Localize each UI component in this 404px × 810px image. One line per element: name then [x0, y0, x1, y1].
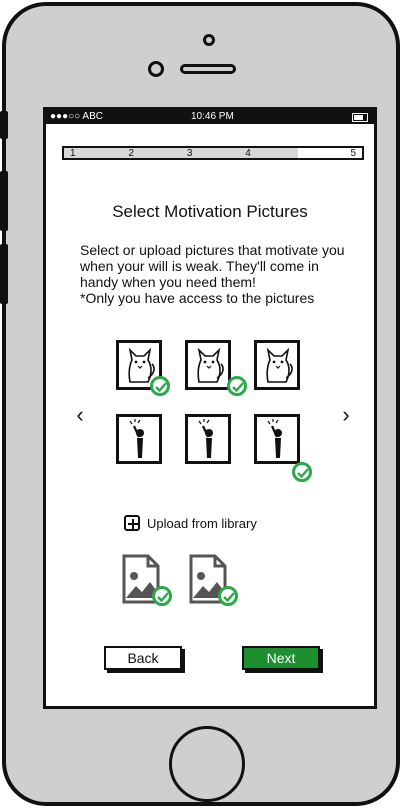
description: Select or upload pictures that motivate …	[80, 242, 360, 306]
next-button[interactable]: Next	[242, 646, 320, 670]
status-bar: ●●●○○ ABC 10:46 PM	[46, 110, 374, 124]
check-icon	[218, 586, 238, 606]
person-picture-icon	[198, 419, 213, 458]
battery-icon	[352, 113, 368, 122]
check-icon	[292, 462, 312, 482]
picture-person-2[interactable]	[185, 414, 231, 464]
step-4: 4	[239, 148, 298, 159]
progress-steps: 1 2 3 4 5	[62, 146, 364, 160]
back-button[interactable]: Back	[104, 646, 182, 670]
privacy-note: *Only you have access to the pictures	[80, 290, 315, 306]
mute-switch	[0, 111, 8, 139]
cat-picture-icon	[197, 347, 224, 383]
person-picture-icon	[129, 419, 144, 458]
step-2: 2	[122, 148, 181, 159]
picture-person-3[interactable]	[254, 414, 300, 464]
earpiece-area	[148, 34, 238, 79]
home-button[interactable]	[169, 726, 245, 802]
phone-frame: ●●●○○ ABC 10:46 PM 1 2 3 4 5 Select Moti…	[0, 2, 400, 806]
step-1: 1	[64, 148, 123, 159]
volume-up-button	[0, 171, 8, 231]
upload-label: Upload from library	[147, 515, 257, 531]
chevron-right-icon[interactable]: ›	[336, 402, 356, 428]
step-5: 5	[297, 148, 363, 159]
sensor-icon	[148, 61, 164, 77]
picture-cat-2[interactable]	[185, 340, 231, 390]
picture-person-1[interactable]	[116, 414, 162, 464]
picture-cat-3[interactable]	[254, 340, 300, 390]
description-text: Select or upload pictures that motivate …	[80, 242, 345, 290]
clock: 10:46 PM	[191, 111, 234, 122]
plus-square-icon	[124, 515, 140, 531]
page-title: Select Motivation Pictures	[112, 202, 308, 221]
check-icon	[150, 376, 170, 396]
upload-from-library-button[interactable]: Upload from library	[124, 515, 257, 531]
camera-icon	[203, 34, 215, 46]
step-3: 3	[180, 148, 240, 159]
cat-picture-icon	[266, 347, 293, 383]
chevron-left-icon[interactable]: ‹	[70, 402, 90, 428]
carrier-label: ●●●○○ ABC	[50, 111, 103, 122]
screen: ●●●○○ ABC 10:46 PM 1 2 3 4 5 Select Moti…	[43, 107, 377, 709]
check-icon	[152, 586, 172, 606]
check-icon	[227, 376, 247, 396]
volume-down-button	[0, 244, 8, 304]
speaker-grille	[180, 64, 236, 74]
person-picture-icon	[267, 419, 282, 458]
